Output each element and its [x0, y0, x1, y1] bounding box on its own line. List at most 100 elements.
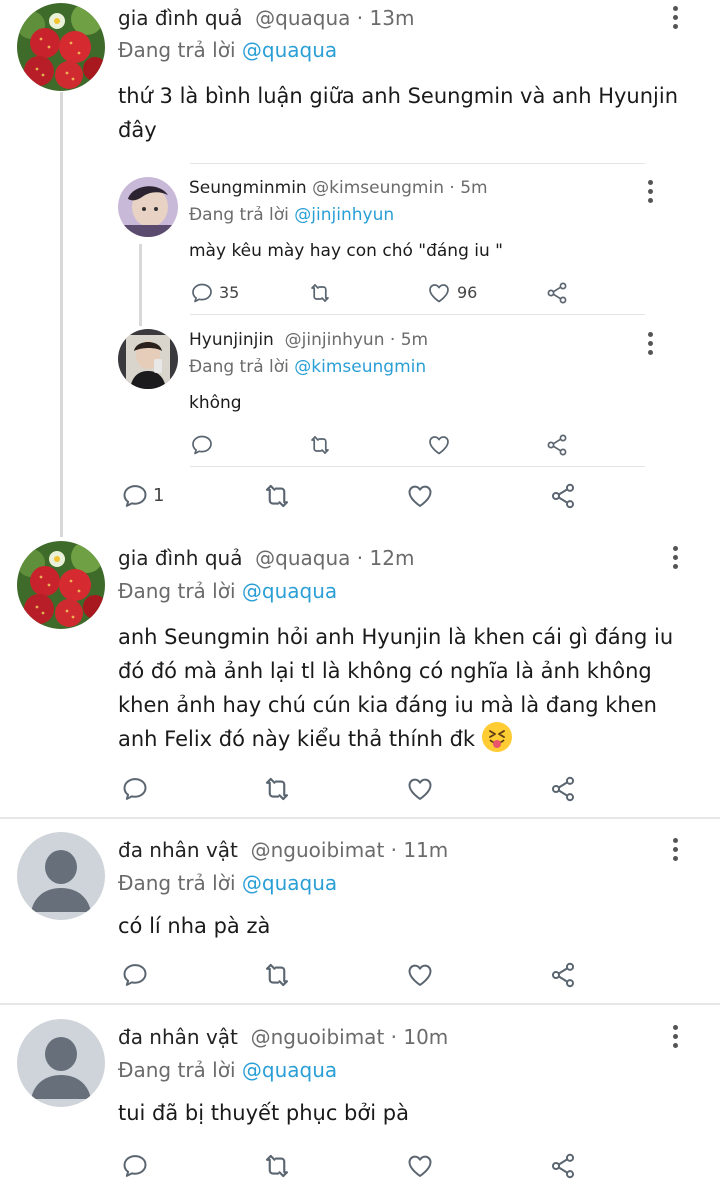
reply-mention[interactable]: @quaqua: [242, 871, 337, 895]
comment-line: đó đó mà ảnh lại tl là không có nghĩa là…: [118, 659, 652, 683]
share-icon[interactable]: [549, 775, 577, 803]
comment-text: mày kêu mày hay con chó "đáng iu ": [189, 241, 503, 261]
reply-icon[interactable]: [121, 775, 149, 803]
comment-text: thứ 3 là bình luận giữa anh Seungmin và …: [118, 79, 698, 147]
thread-line: [60, 92, 63, 537]
retweet-icon[interactable]: [262, 481, 292, 511]
comment-text: có lí nha pà zà: [118, 909, 698, 943]
timestamp: 12m: [369, 546, 415, 570]
author-handle[interactable]: @quaqua: [255, 546, 350, 570]
comment-author: gia đình quả @quaqua · 13m: [118, 6, 415, 30]
reply-mention[interactable]: @kimseungmin: [294, 357, 426, 377]
comment-author: đa nhân vật @nguoibimat · 11m: [118, 838, 449, 862]
reply-mention[interactable]: @jinjinhyun: [294, 205, 394, 225]
strawberry-avatar-icon: [17, 541, 105, 629]
comment-author: đa nhân vật @nguoibimat · 10m: [118, 1025, 449, 1049]
timestamp: 13m: [369, 6, 415, 30]
reply-icon[interactable]: [121, 961, 149, 989]
more-options-icon[interactable]: [673, 6, 679, 33]
author-handle[interactable]: @nguoibimat: [251, 838, 385, 862]
more-options-icon[interactable]: [673, 546, 679, 573]
author-handle[interactable]: @jinjinhyun: [285, 330, 385, 350]
reply-count: 1: [153, 485, 165, 506]
nested-divider: [190, 466, 645, 467]
reply-icon[interactable]: [121, 1152, 149, 1180]
nested-divider: [190, 314, 645, 315]
reply-mention[interactable]: @quaqua: [242, 38, 337, 62]
comment-line: anh Seungmin hỏi anh Hyunjin là khen cái…: [118, 625, 674, 649]
author-name[interactable]: đa nhân vật: [118, 1025, 238, 1049]
replying-to: Đang trả lời @quaqua: [118, 1058, 337, 1082]
share-icon[interactable]: [545, 281, 569, 305]
more-options-icon[interactable]: [673, 1025, 679, 1052]
like-icon[interactable]: [406, 775, 434, 803]
timestamp: 5m: [460, 178, 488, 198]
reply-prefix: Đang trả lời: [118, 1058, 236, 1082]
reply-prefix: Đang trả lời: [118, 38, 236, 62]
avatar[interactable]: [118, 329, 178, 389]
reply-mention[interactable]: @quaqua: [242, 1058, 337, 1082]
like-icon[interactable]: [406, 1152, 434, 1180]
comment-author: Hyunjinjin @jinjinhyun · 5m: [189, 330, 429, 350]
author-name[interactable]: gia đình quả: [118, 546, 242, 570]
like-icon[interactable]: [427, 433, 451, 457]
avatar[interactable]: [17, 832, 105, 920]
reply-prefix: Đang trả lời: [189, 205, 289, 225]
comment-author: gia đình quả @quaqua · 12m: [118, 546, 415, 570]
like-icon[interactable]: [406, 961, 434, 989]
comment-text: không: [189, 393, 242, 413]
thread-line: [139, 244, 142, 326]
default-avatar-icon: [17, 832, 105, 920]
comment-line: tui đã bị thuyết phục bởi pà: [118, 1101, 409, 1125]
comment-author: Seungminmin @kimseungmin · 5m: [189, 178, 488, 198]
avatar[interactable]: [17, 1019, 105, 1107]
comment-line: thứ 3 là bình luận giữa anh Seungmin và …: [118, 84, 679, 108]
replying-to: Đang trả lời @kimseungmin: [189, 357, 426, 377]
reply-icon[interactable]: [190, 281, 214, 305]
comment-line: đây: [118, 118, 157, 142]
replying-to: Đang trả lời @quaqua: [118, 871, 337, 895]
reply-icon[interactable]: [121, 482, 149, 510]
avatar[interactable]: [17, 541, 105, 629]
replying-to: Đang trả lời @quaqua: [118, 38, 337, 62]
retweet-icon[interactable]: [262, 960, 292, 990]
more-options-icon[interactable]: [648, 180, 654, 207]
retweet-icon[interactable]: [308, 281, 332, 305]
share-icon[interactable]: [549, 482, 577, 510]
comment-text: anh Seungmin hỏi anh Hyunjin là khen cái…: [118, 620, 708, 756]
author-handle[interactable]: @kimseungmin: [312, 178, 444, 198]
more-options-icon[interactable]: [648, 332, 654, 359]
retweet-icon[interactable]: [262, 774, 292, 804]
like-icon[interactable]: [406, 482, 434, 510]
reply-prefix: Đang trả lời: [189, 357, 289, 377]
comment-divider: [0, 1003, 720, 1005]
author-name[interactable]: Hyunjinjin: [189, 330, 274, 350]
author-name[interactable]: Seungminmin: [189, 178, 307, 198]
author-handle[interactable]: @nguoibimat: [251, 1025, 385, 1049]
reply-icon[interactable]: [190, 433, 214, 457]
retweet-icon[interactable]: [308, 433, 332, 457]
share-icon[interactable]: [549, 1152, 577, 1180]
comment-line: có lí nha pà zà: [118, 914, 271, 938]
comment-line: khen ảnh hay chú cún kia đáng iu mà là đ…: [118, 693, 657, 717]
reply-mention[interactable]: @quaqua: [242, 579, 337, 603]
avatar[interactable]: [17, 3, 105, 91]
replying-to: Đang trả lời @quaqua: [118, 579, 337, 603]
share-icon[interactable]: [545, 433, 569, 457]
more-options-icon[interactable]: [673, 838, 679, 865]
like-icon[interactable]: [427, 281, 451, 305]
replying-to: Đang trả lời @jinjinhyun: [189, 205, 394, 225]
author-handle[interactable]: @quaqua: [255, 6, 350, 30]
retweet-icon[interactable]: [262, 1151, 292, 1181]
squinting-tongue-emoji-icon: [481, 722, 512, 752]
timestamp: 5m: [400, 330, 429, 350]
author-name[interactable]: gia đình quả: [118, 6, 242, 30]
author-name[interactable]: đa nhân vật: [118, 838, 238, 862]
share-icon[interactable]: [549, 961, 577, 989]
timestamp: 10m: [403, 1025, 449, 1049]
default-avatar-icon: [17, 1019, 105, 1107]
strawberry-avatar-icon: [17, 3, 105, 91]
like-count: 96: [457, 283, 478, 302]
person-avatar-icon: [118, 177, 178, 237]
avatar[interactable]: [118, 177, 178, 237]
